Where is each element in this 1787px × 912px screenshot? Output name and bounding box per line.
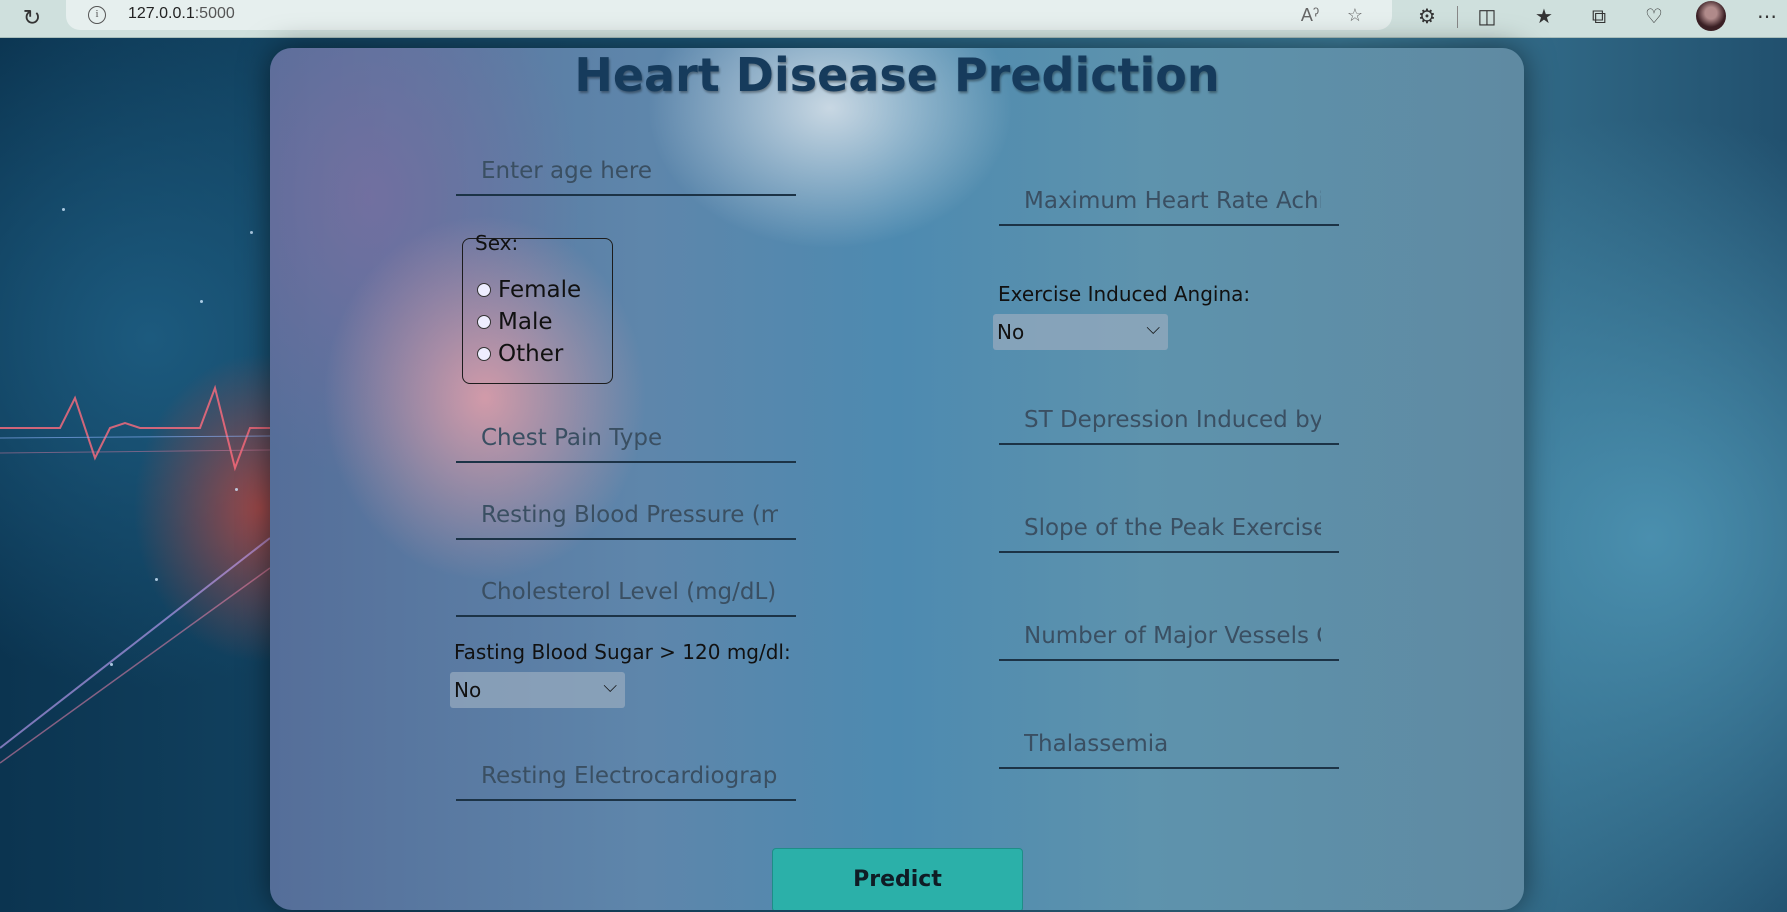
extensions-icon[interactable]: ⚙ [1412, 2, 1442, 32]
radio-label: Other [498, 341, 564, 367]
favorites-icon[interactable]: ★ [1529, 2, 1559, 32]
thalassemia-field [999, 721, 1339, 769]
restecg-input[interactable] [456, 753, 796, 799]
particle-dot [62, 208, 65, 211]
radio-label: Male [498, 309, 553, 335]
split-screen-icon[interactable]: ◫ [1472, 2, 1502, 32]
sex-fieldset: Sex: Female Male Other [462, 231, 613, 384]
vessels-field [999, 613, 1339, 661]
chevron-down-icon: ⌵ [603, 676, 617, 697]
predict-button[interactable]: Predict [772, 848, 1023, 910]
particle-dot [110, 663, 113, 666]
page-title: Heart Disease Prediction [574, 48, 1220, 102]
chest-pain-input[interactable] [456, 415, 796, 461]
exang-select[interactable]: No ⌵ [993, 314, 1168, 350]
cholesterol-field [456, 569, 796, 617]
radio-label: Female [498, 277, 582, 303]
exang-selected-value: No [997, 320, 1025, 344]
url-text[interactable]: 127.0.0.1:5000 [128, 5, 235, 23]
sex-option-male[interactable]: Male [477, 309, 552, 335]
light-streak-graphic [0, 537, 270, 764]
browser-essentials-icon[interactable]: ♡ [1639, 2, 1669, 32]
radio-button[interactable] [477, 347, 491, 361]
thalassemia-input[interactable] [999, 721, 1339, 767]
cholesterol-input[interactable] [456, 569, 796, 615]
browser-toolbar: ↻ i 127.0.0.1:5000 Aˀ ☆ ⚙ ◫ ★ ⧉ ♡ ⋯ [0, 0, 1787, 38]
fbs-select[interactable]: No ⌵ [450, 672, 625, 708]
slope-input[interactable] [999, 505, 1339, 551]
particle-dot [155, 578, 158, 581]
resting-bp-input[interactable] [456, 492, 796, 538]
read-aloud-icon[interactable]: Aˀ [1298, 3, 1322, 27]
particle-dot [235, 488, 238, 491]
resting-bp-field [456, 492, 796, 540]
particle-dot [250, 231, 253, 234]
age-input[interactable] [456, 148, 796, 194]
vessels-input[interactable] [999, 613, 1339, 659]
toolbar-divider [1457, 6, 1458, 28]
favorite-star-icon[interactable]: ☆ [1343, 3, 1367, 27]
exang-label: Exercise Induced Angina: [998, 282, 1251, 306]
age-field [456, 148, 796, 196]
st-depression-field [999, 397, 1339, 445]
radio-button[interactable] [477, 315, 491, 329]
chevron-down-icon: ⌵ [1146, 318, 1160, 339]
fbs-label: Fasting Blood Sugar > 120 mg/dl: [454, 640, 791, 664]
restecg-field [456, 753, 796, 801]
max-hr-input[interactable] [999, 178, 1339, 224]
sex-option-other[interactable]: Other [477, 341, 563, 367]
prediction-form-card: Heart Disease Prediction Sex: Female Mal… [270, 48, 1524, 910]
profile-avatar[interactable] [1696, 1, 1726, 31]
sex-option-female[interactable]: Female [477, 277, 581, 303]
fbs-selected-value: No [454, 678, 482, 702]
more-options-icon[interactable]: ⋯ [1752, 2, 1782, 32]
chest-pain-field [456, 415, 796, 463]
reload-icon[interactable]: ↻ [18, 4, 46, 32]
particle-dot [200, 300, 203, 303]
address-bar[interactable]: i 127.0.0.1:5000 Aˀ ☆ [66, 0, 1392, 30]
st-depression-input[interactable] [999, 397, 1339, 443]
radio-button[interactable] [477, 283, 491, 297]
max-hr-field [999, 178, 1339, 226]
slope-field [999, 505, 1339, 553]
sex-legend: Sex: [475, 231, 519, 255]
collections-icon[interactable]: ⧉ [1584, 2, 1614, 32]
info-icon[interactable]: i [88, 6, 106, 24]
